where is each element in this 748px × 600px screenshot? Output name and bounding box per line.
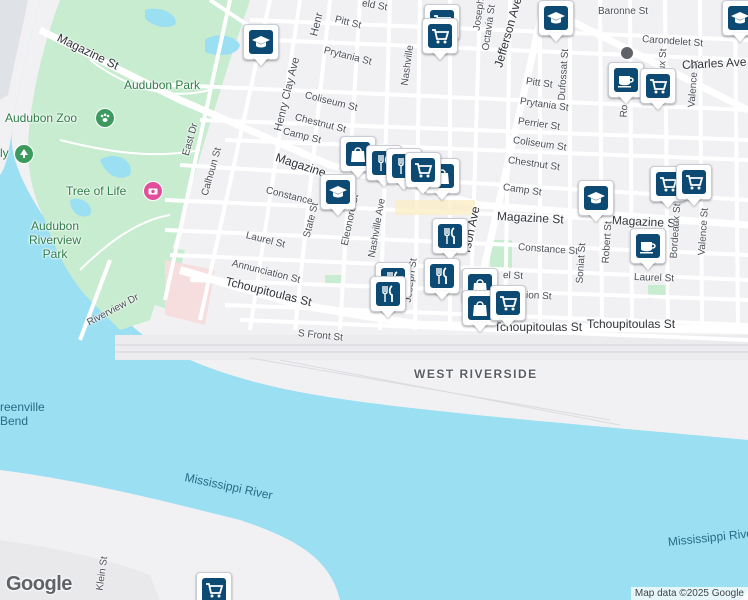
paw-icon[interactable]	[95, 108, 115, 128]
map-marker-school[interactable]	[243, 24, 279, 68]
street-label-tchoupitoulas: Tchoupitoulas St	[587, 317, 676, 331]
street-label-ro: Ro	[618, 104, 631, 118]
map-marker-school[interactable]	[538, 0, 574, 44]
street-label-baronne: Baronne St	[598, 6, 649, 17]
map-marker-cart[interactable]	[196, 572, 232, 600]
map-marker-school[interactable]	[578, 180, 614, 224]
school-icon	[584, 186, 608, 210]
tree-icon[interactable]	[14, 144, 34, 164]
map-marker-cart[interactable]	[422, 18, 458, 62]
map-marker-restaurant[interactable]	[370, 276, 406, 320]
cart-icon	[202, 578, 226, 600]
map-marker-restaurant[interactable]	[424, 258, 460, 302]
cart-icon	[428, 24, 452, 48]
place-label-audubon-zoo: Audubon Zoo	[5, 111, 78, 125]
map-canvas[interactable]: Magazine St Magazine Magazine St Magazin…	[0, 0, 748, 600]
map-attribution: Map data ©2025 Google	[630, 587, 748, 600]
place-label-audubon-park: Audubon Park	[124, 78, 201, 92]
water-label-greenville-bend: reenville Bend	[0, 400, 45, 428]
street-label-laurel: Laurel St	[633, 272, 675, 285]
street-label-el: el St	[502, 270, 524, 283]
map-marker-restaurant[interactable]	[432, 218, 468, 262]
map-marker-coffee[interactable]	[630, 228, 666, 272]
camera-icon[interactable]	[143, 181, 163, 201]
map-marker-cart[interactable]	[676, 164, 712, 208]
coffee-icon	[614, 68, 638, 92]
shopping-bag-icon	[468, 296, 492, 320]
neighborhood-label-west-riverside: WEST RIVERSIDE	[414, 367, 538, 381]
school-icon	[544, 6, 568, 30]
cart-icon	[496, 291, 520, 315]
school-icon	[326, 180, 350, 204]
map-marker-school[interactable]	[722, 0, 748, 44]
school-icon	[249, 30, 273, 54]
map-marker-school[interactable]	[320, 174, 356, 218]
restaurant-icon	[376, 282, 400, 306]
transit-icon[interactable]	[620, 46, 634, 60]
cart-icon	[682, 170, 706, 194]
place-label-tree-of-life: Tree of Life	[66, 184, 127, 198]
map-marker-cart[interactable]	[490, 285, 526, 329]
place-label-audubon-riverview-park: Audubon Riverview Park	[28, 219, 81, 261]
cart-icon	[411, 158, 435, 182]
place-label-ly: ly	[0, 146, 9, 160]
cart-icon	[646, 74, 670, 98]
map-marker-coffee[interactable]	[608, 62, 644, 106]
street-label-ion: ion St	[525, 290, 552, 303]
restaurant-icon	[438, 224, 462, 248]
google-logo: Google	[6, 573, 72, 595]
coffee-icon	[636, 234, 660, 258]
map-marker-cart[interactable]	[405, 152, 441, 196]
map-marker-cart[interactable]	[640, 68, 676, 112]
restaurant-icon	[430, 264, 454, 288]
school-icon	[728, 6, 748, 30]
